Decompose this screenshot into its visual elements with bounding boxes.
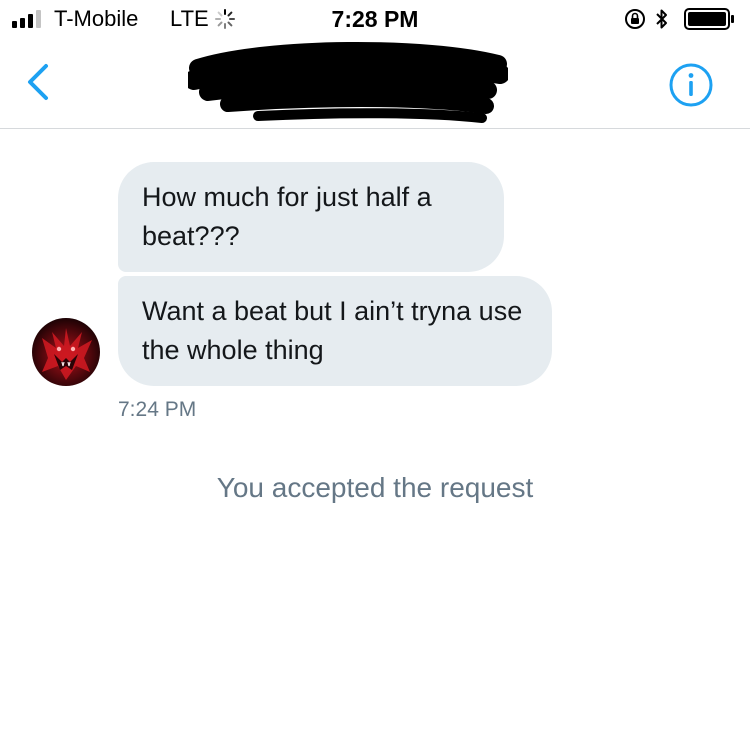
battery-icon: [684, 8, 734, 30]
chevron-left-icon: [28, 64, 48, 100]
dm-conversation-screen: T-Mobile LTE 7:28 PM How much for just h…: [0, 0, 750, 750]
message-bubble[interactable]: How much for just half a beat???: [118, 162, 504, 272]
nav-bar: [0, 40, 750, 129]
message-bubble[interactable]: Want a beat but I ain’t tryna use the wh…: [118, 276, 552, 386]
info-icon: [669, 63, 713, 107]
sender-avatar[interactable]: [32, 318, 100, 386]
request-accepted-note: You accepted the request: [216, 472, 534, 503]
avatar-image: [42, 328, 92, 380]
status-bar: T-Mobile LTE 7:28 PM: [0, 0, 750, 40]
back-button[interactable]: [22, 62, 58, 102]
bluetooth-icon: [656, 9, 667, 29]
message-text: How much for just half a beat???: [142, 182, 432, 251]
message-timestamp: 7:24 PM: [118, 398, 197, 421]
redacted-conversation-title: [188, 42, 508, 123]
info-button[interactable]: [668, 62, 714, 108]
message-text: Want a beat but I ain’t tryna use the wh…: [142, 296, 523, 365]
rotation-lock-icon: [625, 9, 645, 29]
